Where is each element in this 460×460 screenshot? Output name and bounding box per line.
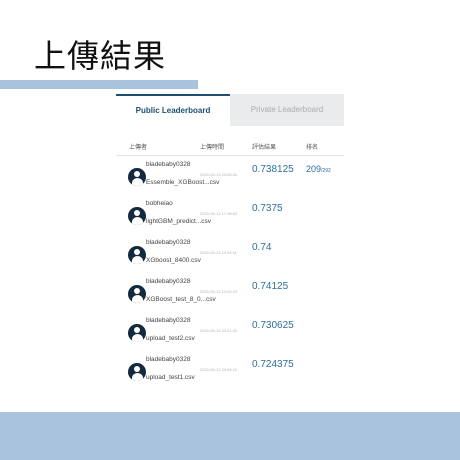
rank-value: 209/292 bbox=[306, 164, 331, 174]
user-avatar-icon bbox=[128, 324, 146, 342]
uploader-name: bladebaby0328 bbox=[146, 356, 191, 363]
leaderboard-tabs: Public Leaderboard Private Leaderboard bbox=[116, 94, 344, 126]
uploader-name: bladebaby0328 bbox=[146, 317, 191, 324]
column-header-rank: 排名 bbox=[306, 145, 319, 151]
upload-time: 2020-06-13 17:38:53 bbox=[200, 211, 238, 216]
column-header-uploader: 上傳者 bbox=[129, 145, 148, 151]
file-name: upload_test2.csv bbox=[146, 335, 195, 342]
upload-time: 2020-06-13 23:08:34 bbox=[200, 172, 238, 177]
file-name: XGboost_8400.csv bbox=[146, 257, 201, 264]
uploader-name: bladebaby0328 bbox=[146, 239, 191, 246]
file-name: XGBoost_test_8_0...csv bbox=[146, 296, 216, 303]
score-value: 0.74125 bbox=[252, 281, 289, 292]
submission-row: bladebaby0328 Essemble_XGBoost...csv 202… bbox=[116, 156, 344, 195]
tab-public-leaderboard[interactable]: Public Leaderboard bbox=[116, 94, 230, 126]
user-avatar-icon bbox=[128, 285, 146, 303]
rank-number: 209 bbox=[306, 164, 322, 174]
user-avatar-icon bbox=[128, 168, 146, 186]
file-name: Essemble_XGBoost...csv bbox=[146, 179, 220, 186]
score-value: 0.730625 bbox=[252, 320, 294, 331]
upload-time: 2020-06-12 23:51:43 bbox=[200, 328, 238, 333]
table-header: 上傳者 上傳時間 評估結果 排名 bbox=[116, 126, 344, 156]
title-accent-bar bbox=[0, 80, 198, 89]
upload-time: 2020-06-13 14:34:11 bbox=[200, 250, 237, 255]
upload-time: 2020-06-13 13:09:23 bbox=[200, 289, 238, 294]
footer-band bbox=[0, 412, 460, 460]
uploader-name: bladebaby0328 bbox=[146, 278, 191, 285]
column-header-score: 評估結果 bbox=[252, 145, 277, 151]
page-title: 上傳結果 bbox=[34, 37, 167, 75]
submission-row: bladebaby0328 XGBoost_test_8_0...csv 202… bbox=[116, 273, 344, 312]
file-name: upload_test1.csv bbox=[146, 374, 195, 381]
score-value: 0.74 bbox=[252, 242, 272, 253]
user-avatar-icon bbox=[128, 363, 146, 381]
submission-row: bladebaby0328 XGboost_8400.csv 2020-06-1… bbox=[116, 234, 344, 273]
score-value: 0.7375 bbox=[252, 203, 283, 214]
uploader-name: bladebaby0328 bbox=[146, 161, 191, 168]
rank-total: /292 bbox=[321, 168, 331, 174]
submission-list: bladebaby0328 Essemble_XGBoost...csv 202… bbox=[116, 156, 344, 390]
submission-row: bobheiao lightGBM_predict...csv 2020-06-… bbox=[116, 195, 344, 234]
leaderboard: Public Leaderboard Private Leaderboard 上… bbox=[116, 94, 344, 390]
upload-time: 2020-06-12 23:48:10 bbox=[200, 367, 238, 372]
file-name: lightGBM_predict...csv bbox=[146, 218, 212, 225]
column-header-time: 上傳時間 bbox=[200, 145, 225, 151]
submission-row: bladebaby0328 upload_test2.csv 2020-06-1… bbox=[116, 312, 344, 351]
uploader-name: bobheiao bbox=[146, 200, 173, 207]
score-value: 0.738125 bbox=[252, 164, 294, 175]
user-avatar-icon bbox=[128, 246, 146, 264]
user-avatar-icon bbox=[128, 207, 146, 225]
submission-row: bladebaby0328 upload_test1.csv 2020-06-1… bbox=[116, 351, 344, 390]
tab-private-leaderboard[interactable]: Private Leaderboard bbox=[230, 94, 344, 126]
score-value: 0.724375 bbox=[252, 359, 294, 370]
